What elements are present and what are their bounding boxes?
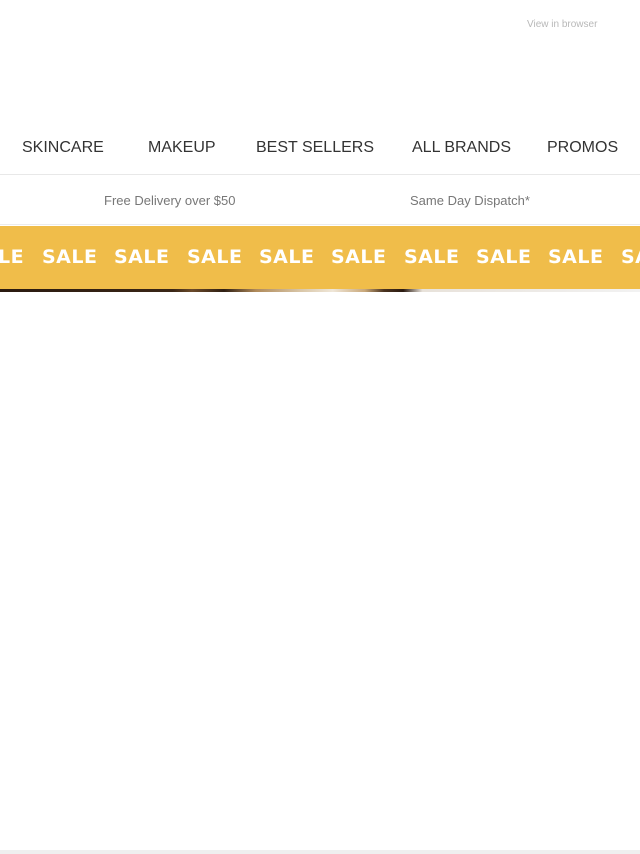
sale-text: SALE: [404, 246, 460, 268]
free-delivery-text: Free Delivery over $50: [104, 193, 236, 208]
sale-text: SALE: [259, 246, 315, 268]
view-in-browser-link[interactable]: View in browser: [527, 19, 597, 30]
sale-text: SALE: [331, 246, 387, 268]
footer-edge: [0, 850, 640, 854]
sale-text: SA: [621, 246, 640, 268]
sale-text: SALE: [187, 246, 243, 268]
sale-text: SALE: [476, 246, 532, 268]
hero-image-edge[interactable]: [0, 289, 640, 292]
main-nav: SKINCARE MAKEUP BEST SELLERS ALL BRANDS …: [0, 132, 640, 162]
nav-item-promos[interactable]: PROMOS: [547, 139, 618, 157]
same-day-dispatch-text: Same Day Dispatch*: [410, 193, 530, 208]
usp-divider: [0, 224, 640, 225]
sale-text: SALE: [42, 246, 98, 268]
nav-item-skincare[interactable]: SKINCARE: [22, 139, 104, 157]
sale-text: SALE: [548, 246, 604, 268]
sale-text: SALE: [114, 246, 170, 268]
nav-item-best-sellers[interactable]: BEST SELLERS: [256, 139, 374, 157]
sale-banner[interactable]: LE SALE SALE SALE SALE SALE SALE SALE SA…: [0, 226, 640, 289]
nav-divider: [0, 174, 640, 175]
sale-text: LE: [0, 246, 25, 268]
nav-item-all-brands[interactable]: ALL BRANDS: [412, 139, 511, 157]
nav-item-makeup[interactable]: MAKEUP: [148, 139, 216, 157]
